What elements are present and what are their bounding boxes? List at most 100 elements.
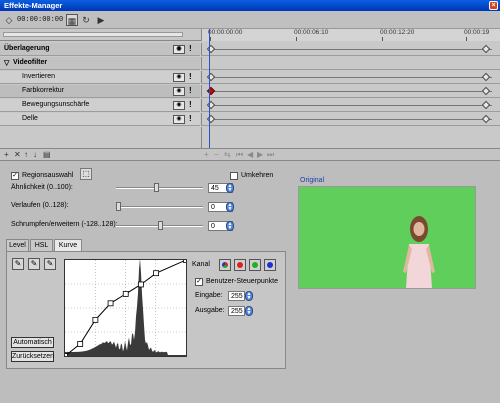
track-label: Invertieren	[22, 73, 56, 80]
track-farbkorrektur[interactable]: Farbkorrektur ◉ !	[0, 85, 200, 98]
user-points-checkbox[interactable]: ✓	[195, 278, 203, 286]
curve-editor[interactable]	[62, 257, 189, 359]
keyframe[interactable]	[481, 44, 491, 54]
input-value[interactable]: 255	[228, 291, 245, 301]
alert-icon: !	[189, 86, 192, 95]
spin-arrows-icon[interactable]: ▲ ▼	[245, 291, 253, 301]
track-lane[interactable]	[201, 99, 500, 112]
visibility-icon[interactable]: ◉	[173, 115, 185, 124]
play-icon[interactable]: ▶	[95, 14, 107, 26]
preview-image	[299, 187, 475, 288]
visibility-icon[interactable]: ◉	[173, 101, 185, 110]
track-lane[interactable]	[201, 85, 500, 98]
track-label: Bewegungsunschärfe	[22, 101, 90, 108]
curve-control-point[interactable]	[138, 281, 144, 288]
next-keyframe-icon[interactable]: ▶	[257, 150, 263, 159]
reset-button[interactable]: Zurücksetzen	[11, 351, 54, 362]
move-down-icon[interactable]: ↓	[33, 150, 37, 159]
curve-control-point[interactable]	[107, 300, 114, 307]
output-value[interactable]: 255	[228, 306, 245, 316]
zoom-scrollbar[interactable]	[3, 32, 183, 37]
track-list: Überlagerung ◉ ! ▽ Videofilter Invertier…	[0, 41, 500, 148]
curve-control-point[interactable]	[122, 290, 129, 297]
user-points-label: Benutzer-Steuerpunkte	[206, 278, 278, 285]
spin-arrows-icon[interactable]: ▲ ▼	[226, 221, 234, 231]
curve-control-point[interactable]	[77, 341, 84, 347]
slider-label: Ähnlichkeit (0..100):	[11, 184, 73, 191]
alert-icon: !	[189, 72, 192, 81]
track-invertieren[interactable]: Invertieren ◉ !	[0, 71, 200, 84]
track-lane[interactable]	[201, 43, 500, 56]
output-label: Ausgabe:	[195, 307, 225, 314]
visibility-icon[interactable]: ◉	[173, 87, 185, 96]
spin-arrows-icon[interactable]: ▲ ▼	[226, 202, 234, 212]
curve-control-point[interactable]	[92, 316, 99, 323]
slider-label: Schrumpfen/erweitern (-128..128):	[11, 221, 118, 228]
timeline-tools: + ✕ ↑ ↓ ▤ + − ⇆ ⏮ ◀ ▶ ⏭	[0, 148, 500, 161]
region-checkbox[interactable]: ✓	[11, 172, 19, 180]
tab-hsl[interactable]: HSL	[30, 239, 53, 251]
channel-all-icon[interactable]	[219, 259, 231, 271]
spin-arrows-icon[interactable]: ▲ ▼	[245, 306, 253, 316]
playhead[interactable]	[209, 29, 210, 149]
curve-graph[interactable]	[62, 257, 189, 359]
channel-green-icon[interactable]	[249, 259, 261, 271]
tab-level[interactable]: Level	[6, 239, 29, 251]
visibility-icon[interactable]: ◉	[173, 45, 185, 54]
delete-icon[interactable]: ✕	[14, 150, 21, 159]
curve-control-point[interactable]	[153, 270, 160, 277]
title-bar: Effekte-Manager ×	[0, 0, 500, 11]
region-label: Regionsauswahl	[22, 172, 74, 179]
alert-icon: !	[189, 114, 192, 123]
track-delle[interactable]: Delle ◉ !	[0, 113, 200, 126]
track-lane[interactable]	[201, 71, 500, 84]
prev-keyframe-icon[interactable]: ◀	[247, 150, 253, 159]
last-keyframe-icon[interactable]: ⏭	[267, 150, 274, 160]
curve-control-point[interactable]	[62, 353, 68, 359]
track-lane[interactable]	[201, 113, 500, 126]
eyedropper-gray-icon[interactable]: ✎	[28, 258, 40, 270]
keyframe-diamond-icon[interactable]: ◇	[3, 14, 15, 26]
eyedropper-black-icon[interactable]: ✎	[12, 258, 24, 270]
timeline-ruler[interactable]: 00:00:00:00 00:00:06:10 00:00:12:20 00:0…	[201, 29, 500, 41]
similarity-slider[interactable]	[116, 187, 203, 189]
add-icon[interactable]: +	[4, 150, 9, 159]
track-ueberlagerung[interactable]: Überlagerung ◉ !	[0, 43, 200, 56]
similarity-slider-thumb[interactable]	[153, 183, 159, 192]
keyframe[interactable]	[481, 86, 491, 96]
track-label: Überlagerung	[4, 45, 50, 52]
auto-button[interactable]: Automatisch	[11, 337, 54, 348]
loop-icon[interactable]: ↻	[80, 14, 92, 26]
window-title: Effekte-Manager	[4, 1, 63, 10]
feather-slider[interactable]	[116, 206, 203, 208]
invert-checkbox[interactable]	[230, 172, 238, 180]
track-lane	[201, 57, 500, 70]
eyedropper-white-icon[interactable]: ✎	[44, 258, 56, 270]
move-up-icon[interactable]: ↑	[24, 150, 28, 159]
split-icon[interactable]: ⇆	[224, 150, 231, 159]
remove-keyframe-icon[interactable]: −	[214, 150, 219, 159]
keyframe[interactable]	[481, 100, 491, 110]
track-bewegungsunschaerfe[interactable]: Bewegungsunschärfe ◉ !	[0, 99, 200, 112]
close-icon[interactable]: ×	[489, 1, 498, 10]
collapse-icon[interactable]: ▽	[4, 59, 9, 67]
visibility-icon[interactable]: ◉	[173, 73, 185, 82]
first-keyframe-icon[interactable]: ⏮	[236, 150, 243, 160]
curve-control-point[interactable]	[183, 257, 189, 263]
spin-arrows-icon[interactable]: ▲ ▼	[226, 183, 234, 193]
track-videofilter[interactable]: ▽ Videofilter	[0, 57, 200, 70]
keyframe[interactable]	[481, 114, 491, 124]
toolbar: ◇ 00:00:00:00 ▦ ↻ ▶	[0, 11, 500, 29]
properties-icon[interactable]: ▤	[43, 150, 51, 159]
shrink-expand-slider-thumb[interactable]	[158, 221, 163, 230]
channel-red-icon[interactable]	[234, 259, 246, 271]
channel-blue-icon[interactable]	[264, 259, 276, 271]
track-label: Delle	[22, 115, 38, 122]
slider-label: Verlaufen (0..128):	[11, 202, 69, 209]
region-select-icon[interactable]: ⬚	[80, 168, 92, 180]
keyframe[interactable]	[481, 72, 491, 82]
add-keyframe-icon[interactable]: +	[204, 150, 209, 159]
ruler-tick-label: 00:00:06:10	[294, 29, 329, 36]
feather-slider-thumb[interactable]	[116, 202, 121, 211]
filmstrip-icon[interactable]: ▦	[66, 14, 78, 26]
